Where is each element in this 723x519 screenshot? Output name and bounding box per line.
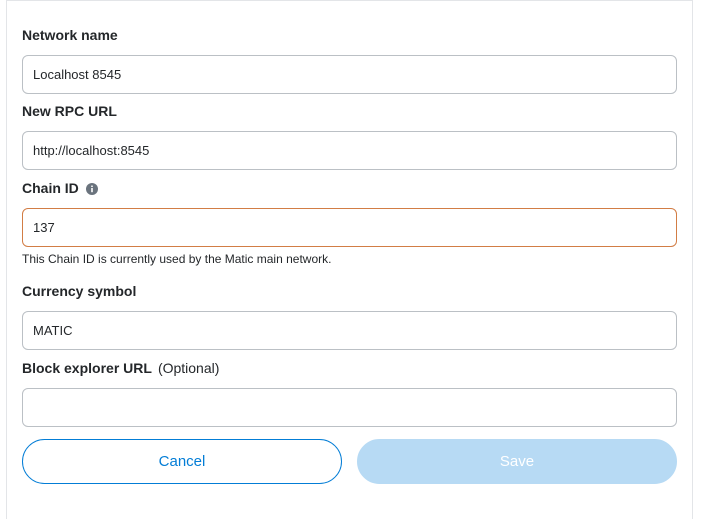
chain-id-input[interactable] (22, 208, 677, 247)
network-name-label: Network name (22, 27, 118, 43)
rpc-url-input[interactable] (22, 131, 677, 170)
save-button-label: Save (499, 453, 535, 470)
block-explorer-label: Block explorer URL (Optional) (22, 360, 220, 376)
cancel-button-label: Cancel (158, 453, 206, 470)
network-name-input[interactable] (22, 55, 677, 94)
chain-id-label: Chain ID (22, 179, 98, 197)
add-network-page: Network name New RPC URL Chain ID This C… (0, 0, 723, 519)
cancel-button[interactable]: Cancel (22, 439, 342, 484)
rpc-url-label: New RPC URL (22, 103, 117, 119)
optional-tag: (Optional) (157, 360, 220, 376)
info-icon[interactable] (85, 183, 98, 195)
currency-symbol-input[interactable] (22, 311, 677, 350)
save-button[interactable]: Save (357, 439, 677, 484)
currency-symbol-label: Currency symbol (22, 283, 137, 299)
chain-id-warning: This Chain ID is currently used by the M… (22, 252, 332, 266)
block-explorer-input[interactable] (22, 388, 677, 427)
